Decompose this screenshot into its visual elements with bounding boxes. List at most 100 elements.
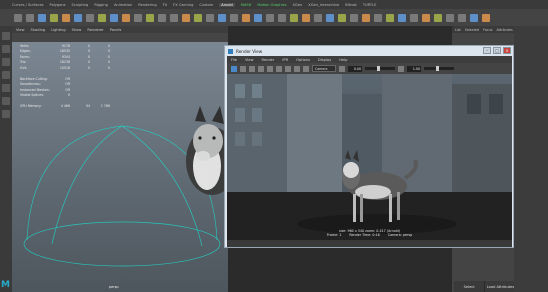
shelf-tool-icon[interactable] (14, 13, 22, 22)
render-view-menu-item[interactable]: Render (262, 58, 275, 62)
maximize-icon[interactable]: □ (493, 47, 501, 54)
shelf-tool-icon[interactable] (26, 13, 34, 22)
attribute-editor-button[interactable]: Select (454, 281, 486, 292)
render-view-window[interactable]: Render View – □ × File View Render IPR Optio… (224, 45, 514, 248)
render-view-titlebar[interactable]: Render View (225, 46, 513, 56)
shelf-tab[interactable]: TURTLE (363, 3, 377, 7)
render-view-statusbar (227, 240, 512, 247)
shelf-tab[interactable]: Rigging (94, 3, 108, 7)
select-tool-icon[interactable] (2, 32, 10, 40)
shelf-tool-icon[interactable] (266, 13, 274, 22)
attribute-editor-tab[interactable]: Focus (483, 28, 492, 32)
shelf-tab[interactable]: Custom (199, 3, 213, 7)
shelf-tool-icon[interactable] (410, 13, 418, 22)
render-view-menu-item[interactable]: Options (296, 58, 310, 62)
render-view-menu-item[interactable]: Help (339, 58, 347, 62)
shelf-tool-icon[interactable] (470, 13, 478, 22)
shelf-tool-icon[interactable] (434, 13, 442, 22)
ipr-render-icon[interactable] (240, 65, 246, 72)
shelf-tab[interactable]: FX Caching (173, 3, 193, 7)
shelf-tool-icon[interactable] (194, 13, 202, 22)
shelf-tool-icon[interactable] (374, 13, 382, 22)
close-icon[interactable]: × (503, 47, 511, 54)
render-view-menu-item[interactable]: View (245, 58, 254, 62)
keep-image-icon[interactable] (294, 65, 300, 72)
shelf-tool-icon[interactable] (386, 13, 394, 22)
shelf-tool-icon[interactable] (230, 13, 238, 22)
shelf-tool-icon[interactable] (158, 13, 166, 22)
shelf-tool-icon[interactable] (206, 13, 214, 22)
viewport-persp[interactable]: View Shading Lighting Show Renderer Panels Ve… (12, 26, 228, 292)
shelf-tool-icon[interactable] (86, 13, 94, 22)
shelf-tool-icon[interactable] (50, 13, 58, 22)
exposure-field[interactable]: 0.00 (348, 65, 362, 72)
rotate-tool-icon[interactable] (2, 84, 10, 92)
shelf-tool-icon[interactable] (122, 13, 130, 22)
shelf-tab[interactable]: Bifrost (345, 3, 357, 7)
render-view-menu-item[interactable]: IPR (282, 58, 288, 62)
shelf-tool-icon[interactable] (362, 13, 370, 22)
shelf-tab[interactable]: XGen (293, 3, 303, 7)
paint-select-tool-icon[interactable] (2, 58, 10, 66)
shelf-tool-icon[interactable] (338, 13, 346, 22)
gamma-field[interactable]: 1.00 (407, 65, 421, 72)
shelf-tool-icon[interactable] (182, 13, 190, 22)
minimize-icon[interactable]: – (483, 47, 491, 54)
camera-select[interactable]: Camera (312, 65, 336, 72)
shelf-tool-icon[interactable] (38, 13, 46, 22)
attribute-editor-tab[interactable]: Attributes (496, 28, 512, 32)
shelf-tool-icon[interactable] (254, 13, 262, 22)
lasso-tool-icon[interactable] (2, 45, 10, 53)
shelf-tool-icon[interactable] (146, 13, 154, 22)
shelf-tool-icon[interactable] (398, 13, 406, 22)
shelf-tool-icon[interactable] (314, 13, 322, 22)
hud-label: Smoothness: (20, 82, 41, 87)
shelf-tool-icon[interactable] (170, 13, 178, 22)
render-view-menu-item[interactable]: Display (318, 58, 331, 62)
shelf-tool-icon[interactable] (74, 13, 82, 22)
one-to-one-icon[interactable] (285, 65, 291, 72)
refresh-icon[interactable] (249, 65, 255, 72)
shelf-tool-icon[interactable] (134, 13, 142, 22)
shelf-tab[interactable]: Animation (114, 3, 132, 7)
shelf-tab[interactable]: Polygons (50, 3, 66, 7)
shelf-tool-icon[interactable] (110, 13, 118, 22)
shelf-tool-icon[interactable] (350, 13, 358, 22)
shelf-tab[interactable]: XGen_Interactive (308, 3, 339, 7)
shelf-tool-icon[interactable] (458, 13, 466, 22)
shelf-tab[interactable]: MASH (241, 3, 252, 7)
hud-value: 1 766 (100, 104, 110, 109)
gamma-slider[interactable] (424, 66, 454, 71)
exposure-slider[interactable] (365, 66, 395, 71)
shelf-tab[interactable]: Rendering (138, 3, 156, 7)
last-tool-icon[interactable] (2, 110, 10, 118)
shelf-tool-icon[interactable] (98, 13, 106, 22)
shelf-tool-icon[interactable] (446, 13, 454, 22)
shelf-tool-icon[interactable] (62, 13, 70, 22)
attribute-editor-tab[interactable]: Selected (465, 28, 479, 32)
remove-image-icon[interactable] (303, 65, 309, 72)
shelf-tab[interactable]: Arnold (219, 2, 235, 7)
render-region-icon[interactable] (258, 65, 264, 72)
shelf-tab[interactable]: Curves / Surfaces (12, 3, 44, 7)
shelf-tool-icon[interactable] (482, 13, 490, 22)
shelf-tool-icon[interactable] (290, 13, 298, 22)
shelf-tool-icon[interactable] (218, 13, 226, 22)
snapshot-icon[interactable] (267, 65, 273, 72)
shelf-tab[interactable]: Sculpting (72, 3, 89, 7)
shelf-tool-icon[interactable] (302, 13, 310, 22)
attribute-editor-button[interactable]: Load Attributes (485, 281, 517, 292)
shelf-tab[interactable]: Motion Graphics (257, 3, 286, 7)
render-frame-icon[interactable] (231, 65, 237, 72)
move-tool-icon[interactable] (2, 71, 10, 79)
shelf-tool-icon[interactable] (242, 13, 250, 22)
attribute-editor-tab[interactable]: List (455, 28, 461, 32)
hud-row: GPU Memory: 4 466 94 1 766 (20, 104, 135, 110)
shelf-tool-icon[interactable] (326, 13, 334, 22)
shelf-tool-icon[interactable] (278, 13, 286, 22)
shelf-tab[interactable]: FX (163, 3, 168, 7)
rgb-channel-icon[interactable] (276, 65, 282, 72)
render-view-menu-item[interactable]: File (231, 58, 237, 62)
shelf-tool-icon[interactable] (422, 13, 430, 22)
scale-tool-icon[interactable] (2, 97, 10, 105)
